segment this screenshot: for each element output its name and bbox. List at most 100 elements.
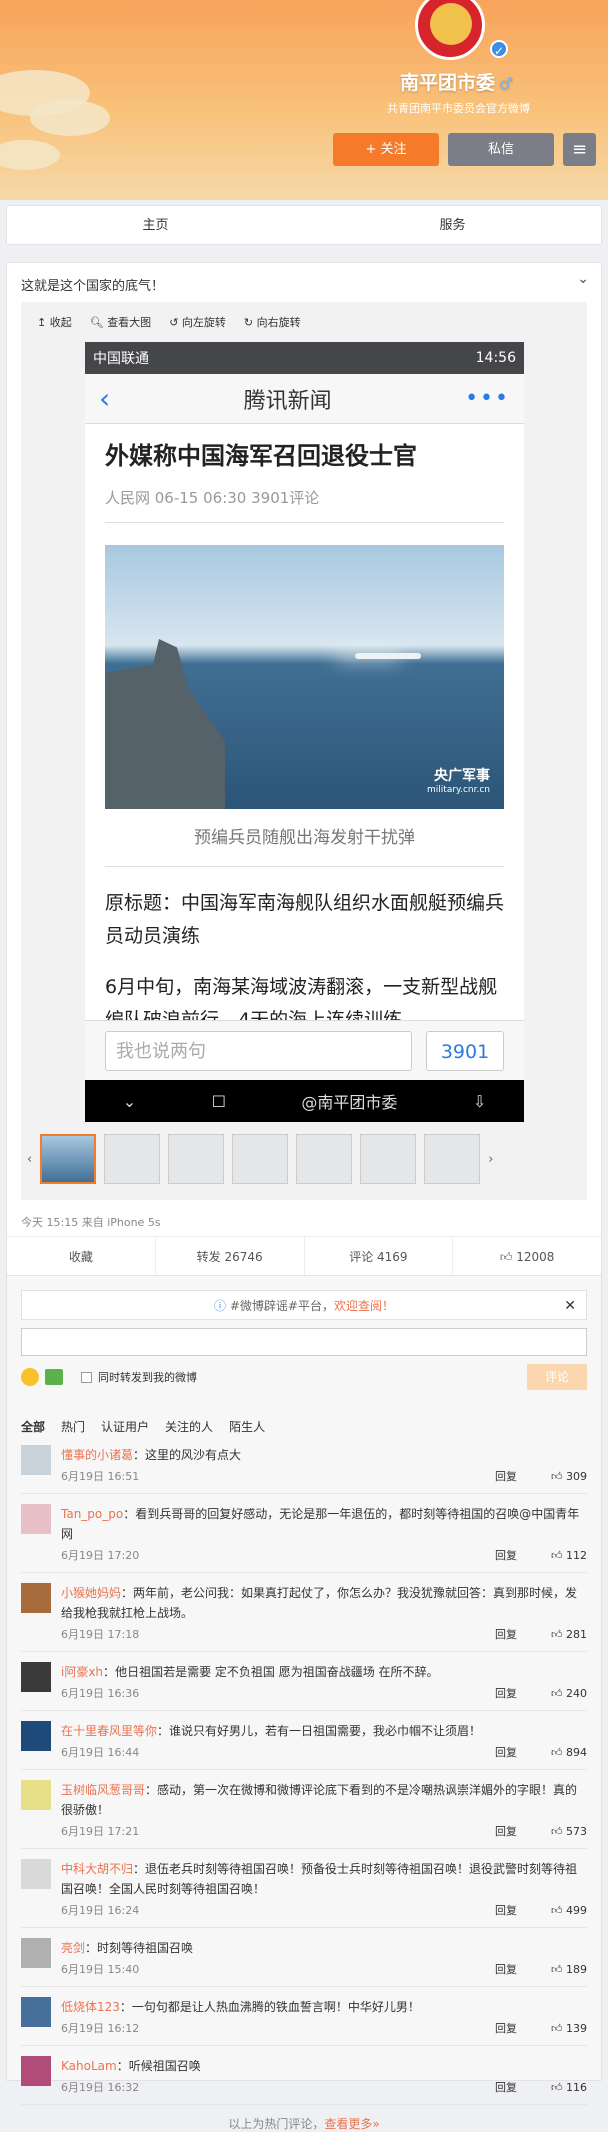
comment-avatar[interactable] <box>21 1504 51 1534</box>
more-icon: ••• <box>465 386 510 411</box>
comment-avatar[interactable] <box>21 1445 51 1475</box>
comment-user[interactable]: 在十里春风里等你 <box>61 1724 157 1738</box>
comment-like-button[interactable]: 👍︎ 309 <box>545 1467 587 1487</box>
comment-user[interactable]: 亮剑 <box>61 1941 85 1955</box>
like-button[interactable]: 👍︎ 12008 <box>453 1237 601 1276</box>
rotate-right-button[interactable]: ↻ 向右旋转 <box>244 314 301 330</box>
message-button[interactable]: 私信 <box>448 133 554 166</box>
verified-icon: ✓ <box>490 40 508 58</box>
comment-avatar[interactable] <box>21 1997 51 2027</box>
comment-time: 6月19日 17:21 <box>61 1825 140 1838</box>
comment-like-button[interactable]: 👍︎ 894 <box>545 1743 587 1763</box>
comment-like-button[interactable]: 👍︎ 499 <box>545 1901 587 1921</box>
comment-input[interactable] <box>21 1328 587 1356</box>
comment-text: 看到兵哥哥的回复好感动，无论是那一年退伍的，都时刻等待祖国的召唤@中国青年网 <box>61 1507 580 1541</box>
profile-header: ✓ 南平团市委 ♂ 共青团南平市委员会官方微博 + 关注 私信 ≡ <box>0 0 608 200</box>
comment-like-button[interactable]: 👍︎ 240 <box>545 1684 587 1704</box>
comment-user[interactable]: Tan_po_po <box>61 1507 123 1521</box>
phone-screenshot[interactable]: 中国联通 14:56 ‹ 腾讯新闻 ••• 外媒称中国海军召回退役士官 人民网 … <box>85 342 524 1122</box>
reply-button[interactable]: 回复 <box>495 1467 545 1487</box>
comment-avatar[interactable] <box>21 1859 51 1889</box>
comment-user[interactable]: 懂事的小诸葛 <box>61 1448 133 1462</box>
comment-item: 在十里春风里等你：谁说只有好男儿，若有一日祖国需要，我必巾帼不让须眉！ 6月19日… <box>21 1711 587 1770</box>
rotate-left-button[interactable]: ↺ 向左旋转 <box>169 314 226 330</box>
comment-user[interactable]: i阿豪xh <box>61 1665 103 1679</box>
post-actions: 收藏 转发 26746 评论 4169 👍︎ 12008 <box>7 1236 601 1276</box>
avatar[interactable] <box>415 0 485 60</box>
comment-like-button[interactable]: 👍︎ 116 <box>545 2078 587 2098</box>
submit-comment-button[interactable]: 评论 <box>527 1364 587 1390</box>
reply-button[interactable]: 回复 <box>495 1822 545 1842</box>
filter-hot[interactable]: 热门 <box>61 1418 85 1435</box>
comment-user[interactable]: 低烧体123 <box>61 2000 120 2014</box>
emoji-icon[interactable] <box>21 1368 39 1386</box>
comment-time: 6月19日 16:12 <box>61 2022 140 2035</box>
comment-avatar[interactable] <box>21 2056 51 2086</box>
reply-button[interactable]: 回复 <box>495 2019 545 2039</box>
comment-avatar[interactable] <box>21 1780 51 1810</box>
comment-like-button[interactable]: 👍︎ 573 <box>545 1822 587 1842</box>
comment-like-button[interactable]: 👍︎ 139 <box>545 2019 587 2039</box>
filter-following[interactable]: 关注的人 <box>165 1418 213 1435</box>
collapse-button[interactable]: ↥ 收起 <box>37 314 72 330</box>
repost-button[interactable]: 转发 26746 <box>156 1237 305 1276</box>
comment-text: 这里的风沙有点大 <box>145 1448 242 1462</box>
reply-button[interactable]: 回复 <box>495 1546 545 1566</box>
comment-avatar[interactable] <box>21 1938 51 1968</box>
reply-button[interactable]: 回复 <box>495 1684 545 1704</box>
reply-button[interactable]: 回复 <box>495 1901 545 1921</box>
comment-avatar[interactable] <box>21 1583 51 1613</box>
comment-text: 两年前，老公问我：如果真打起仗了，你怎么办？我没犹豫就回答：真到那时候，发给我枪… <box>61 1586 578 1620</box>
menu-icon[interactable]: ≡ <box>563 133 596 166</box>
comment-avatar[interactable] <box>21 1662 51 1692</box>
comment-filters: 全部 热门 认证用户 关注的人 陌生人 <box>21 1418 587 1435</box>
comment-time: 6月19日 16:24 <box>61 1904 140 1917</box>
reply-button[interactable]: 回复 <box>495 2078 545 2098</box>
comment-avatar[interactable] <box>21 1721 51 1751</box>
comment-user[interactable]: 小猴她妈妈 <box>61 1586 121 1600</box>
reply-button[interactable]: 回复 <box>495 1625 545 1645</box>
thumbnail[interactable] <box>232 1134 289 1184</box>
chevron-down-icon[interactable]: ⌄ <box>577 271 589 287</box>
cloud-decoration <box>0 140 60 170</box>
filter-all[interactable]: 全部 <box>21 1418 45 1435</box>
notice-banner: ⓘ #微博辟谣#平台，欢迎查阅！ ✕ <box>21 1290 587 1320</box>
comment-like-button[interactable]: 👍︎ 189 <box>545 1960 587 1980</box>
weibo-post: 这就是这个国家的底气！ ⌄ ↥ 收起 🔍︎ 查看大图 ↺ 向左旋转 ↻ 向右旋转… <box>6 262 602 1277</box>
comment-like-button[interactable]: 👍︎ 112 <box>545 1546 587 1566</box>
media-toolbar: ↥ 收起 🔍︎ 查看大图 ↺ 向左旋转 ↻ 向右旋转 <box>21 302 587 342</box>
comment-text: 一句句都是让人热血沸腾的铁血誓言啊！中华好儿男！ <box>131 2000 420 2014</box>
cloud-decoration <box>30 100 110 136</box>
thumbnail[interactable] <box>360 1134 417 1184</box>
filter-verified[interactable]: 认证用户 <box>101 1418 149 1435</box>
thumbnail[interactable] <box>168 1134 225 1184</box>
comment-time: 6月19日 15:40 <box>61 1963 140 1976</box>
image-icon[interactable] <box>45 1369 63 1385</box>
view-more-link[interactable]: 查看更多» <box>324 2117 379 2131</box>
filter-strangers[interactable]: 陌生人 <box>229 1418 265 1435</box>
repost-checkbox[interactable] <box>81 1371 92 1383</box>
status-bar: 中国联通 14:56 <box>85 342 524 374</box>
comment-item: KahoLam：听候祖国召唤 6月19日 16:32 回复 👍︎ 116 <box>21 2046 587 2105</box>
thumbnail[interactable] <box>296 1134 353 1184</box>
thumbnail[interactable] <box>424 1134 481 1184</box>
follow-button[interactable]: + 关注 <box>333 133 439 166</box>
comment-button[interactable]: 评论 4169 <box>305 1237 454 1276</box>
reply-button[interactable]: 回复 <box>495 1960 545 1980</box>
thumbnail[interactable] <box>40 1134 97 1184</box>
favorite-button[interactable]: 收藏 <box>7 1237 156 1276</box>
missile-shape <box>355 653 421 659</box>
comment-user[interactable]: 中科大胡不归 <box>61 1862 133 1876</box>
comment-item: 懂事的小诸葛：这里的风沙有点大 6月19日 16:51 回复 👍︎ 309 <box>21 1435 587 1494</box>
comment-user[interactable]: 玉树临风葱哥哥 <box>61 1783 145 1797</box>
thumbnail[interactable] <box>104 1134 161 1184</box>
tab-services[interactable]: 服务 <box>304 206 601 244</box>
close-icon[interactable]: ✕ <box>564 1291 576 1321</box>
male-icon: ♂ <box>499 74 514 93</box>
view-large-button[interactable]: 🔍︎ 查看大图 <box>90 314 151 330</box>
comment-user[interactable]: KahoLam <box>61 2059 117 2073</box>
tab-home[interactable]: 主页 <box>7 206 304 244</box>
comment-item: 小猴她妈妈：两年前，老公问我：如果真打起仗了，你怎么办？我没犹豫就回答：真到那时… <box>21 1573 587 1652</box>
reply-button[interactable]: 回复 <box>495 1743 545 1763</box>
comment-like-button[interactable]: 👍︎ 281 <box>545 1625 587 1645</box>
